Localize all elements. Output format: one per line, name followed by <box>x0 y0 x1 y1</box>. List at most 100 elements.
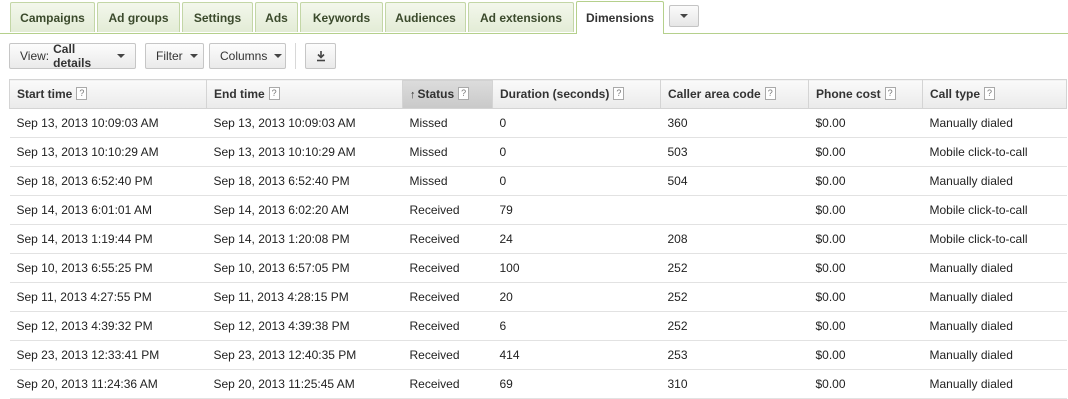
end-time-cell: Sep 23, 2013 12:40:35 PM <box>206 340 403 370</box>
help-icon[interactable]: ? <box>884 87 896 100</box>
chevron-down-icon <box>274 54 283 58</box>
column-header-label: Phone cost <box>816 87 881 101</box>
call-type-cell: Manually dialed <box>922 311 1067 341</box>
tab-settings[interactable]: Settings <box>182 2 253 32</box>
table-row: Sep 13, 2013 10:10:29 AM Sep 13, 2013 10:… <box>9 137 1067 167</box>
tab-keywords[interactable]: Keywords <box>300 2 383 32</box>
table-body: Sep 13, 2013 10:09:03 AM Sep 13, 2013 10:… <box>9 108 1067 399</box>
column-header-phone-cost[interactable]: Phone cost? <box>808 79 923 109</box>
call-type-cell: Mobile click-to-call <box>922 137 1067 167</box>
tab-ad-extensions[interactable]: Ad extensions <box>468 2 574 32</box>
column-header-status[interactable]: ↑ Status? <box>402 79 493 109</box>
download-button[interactable] <box>305 43 336 69</box>
phone-cost-cell: $0.00 <box>808 224 923 254</box>
status-cell: Received <box>402 340 493 370</box>
start-time-cell: Sep 11, 2013 4:27:55 PM <box>9 282 207 312</box>
phone-cost-cell: $0.00 <box>808 369 923 399</box>
help-icon[interactable]: ? <box>458 87 470 100</box>
toolbar-divider <box>295 43 296 69</box>
tab-dimensions[interactable]: Dimensions <box>576 1 664 34</box>
table-row: Sep 23, 2013 12:33:41 PM Sep 23, 2013 12:… <box>9 340 1067 370</box>
column-header-label: Duration (seconds) <box>500 87 610 101</box>
end-time-cell: Sep 13, 2013 10:09:03 AM <box>206 108 403 138</box>
tab-audiences[interactable]: Audiences <box>385 2 466 32</box>
start-time-cell: Sep 13, 2013 10:10:29 AM <box>9 137 207 167</box>
duration-cell: 100 <box>492 253 661 283</box>
column-header-end-time[interactable]: End time? <box>206 79 403 109</box>
column-header-label: Status <box>417 87 455 101</box>
columns-label: Columns <box>220 49 268 63</box>
status-cell: Missed <box>402 137 493 167</box>
call-type-cell: Manually dialed <box>922 253 1067 283</box>
view-dropdown[interactable]: View: Call details <box>9 42 136 70</box>
filter-dropdown[interactable]: Filter <box>145 43 204 69</box>
help-icon[interactable]: ? <box>764 87 776 100</box>
duration-cell: 0 <box>492 108 661 138</box>
help-icon[interactable]: ? <box>984 87 996 100</box>
call-details-table: Start time? End time? ↑ Status? Duration … <box>9 79 1067 399</box>
column-header-caller-area-code[interactable]: Caller area code? <box>660 79 809 109</box>
column-header-label: Caller area code <box>668 87 761 101</box>
phone-cost-cell: $0.00 <box>808 282 923 312</box>
phone-cost-cell: $0.00 <box>808 340 923 370</box>
end-time-cell: Sep 14, 2013 1:20:08 PM <box>206 224 403 254</box>
end-time-cell: Sep 11, 2013 4:28:15 PM <box>206 282 403 312</box>
call-type-cell: Manually dialed <box>922 282 1067 312</box>
start-time-cell: Sep 13, 2013 10:09:03 AM <box>9 108 207 138</box>
table-row: Sep 20, 2013 11:24:36 AM Sep 20, 2013 11:… <box>9 369 1067 399</box>
chevron-down-icon <box>117 54 125 58</box>
column-header-label: Start time <box>17 87 73 101</box>
end-time-cell: Sep 10, 2013 6:57:05 PM <box>206 253 403 283</box>
more-tabs-button[interactable] <box>669 5 699 27</box>
duration-cell: 24 <box>492 224 661 254</box>
status-cell: Missed <box>402 166 493 196</box>
tab-ad-groups[interactable]: Ad groups <box>97 2 180 32</box>
phone-cost-cell: $0.00 <box>808 253 923 283</box>
help-icon[interactable]: ? <box>268 87 280 100</box>
table-row: Sep 18, 2013 6:52:40 PM Sep 18, 2013 6:52… <box>9 166 1067 196</box>
status-cell: Received <box>402 195 493 225</box>
call-type-cell: Manually dialed <box>922 369 1067 399</box>
caller-area-code-cell: 252 <box>660 282 809 312</box>
phone-cost-cell: $0.00 <box>808 137 923 167</box>
end-time-cell: Sep 20, 2013 11:25:45 AM <box>206 369 403 399</box>
column-header-start-time[interactable]: Start time? <box>9 79 207 109</box>
help-icon[interactable]: ? <box>613 87 625 100</box>
duration-cell: 69 <box>492 369 661 399</box>
column-header-call-type[interactable]: Call type? <box>922 79 1067 109</box>
view-value: Call details <box>53 42 92 70</box>
table-header-row: Start time? End time? ↑ Status? Duration … <box>9 79 1067 109</box>
caller-area-code-cell <box>660 195 809 225</box>
end-time-cell: Sep 18, 2013 6:52:40 PM <box>206 166 403 196</box>
duration-cell: 414 <box>492 340 661 370</box>
caller-area-code-cell: 252 <box>660 253 809 283</box>
start-time-cell: Sep 12, 2013 4:39:32 PM <box>9 311 207 341</box>
call-type-cell: Manually dialed <box>922 108 1067 138</box>
duration-cell: 0 <box>492 137 661 167</box>
caller-area-code-cell: 310 <box>660 369 809 399</box>
caller-area-code-cell: 252 <box>660 311 809 341</box>
caller-area-code-cell: 253 <box>660 340 809 370</box>
duration-cell: 0 <box>492 166 661 196</box>
status-cell: Received <box>402 282 493 312</box>
tab-campaigns[interactable]: Campaigns <box>10 2 95 32</box>
chevron-down-icon <box>680 14 688 18</box>
tab-bar: Campaigns Ad groups Settings Ads Keyword… <box>0 0 1068 34</box>
columns-dropdown[interactable]: Columns <box>209 43 286 69</box>
sort-ascending-icon: ↑ <box>410 89 416 101</box>
column-header-label: End time <box>214 87 265 101</box>
table-row: Sep 12, 2013 4:39:32 PM Sep 12, 2013 4:39… <box>9 311 1067 341</box>
start-time-cell: Sep 10, 2013 6:55:25 PM <box>9 253 207 283</box>
caller-area-code-cell: 504 <box>660 166 809 196</box>
phone-cost-cell: $0.00 <box>808 108 923 138</box>
column-header-duration[interactable]: Duration (seconds)? <box>492 79 661 109</box>
call-type-cell: Manually dialed <box>922 340 1067 370</box>
filter-label: Filter <box>156 49 183 63</box>
duration-cell: 20 <box>492 282 661 312</box>
caller-area-code-cell: 208 <box>660 224 809 254</box>
phone-cost-cell: $0.00 <box>808 166 923 196</box>
table-row: Sep 11, 2013 4:27:55 PM Sep 11, 2013 4:28… <box>9 282 1067 312</box>
start-time-cell: Sep 23, 2013 12:33:41 PM <box>9 340 207 370</box>
help-icon[interactable]: ? <box>76 87 88 100</box>
tab-ads[interactable]: Ads <box>255 2 298 32</box>
